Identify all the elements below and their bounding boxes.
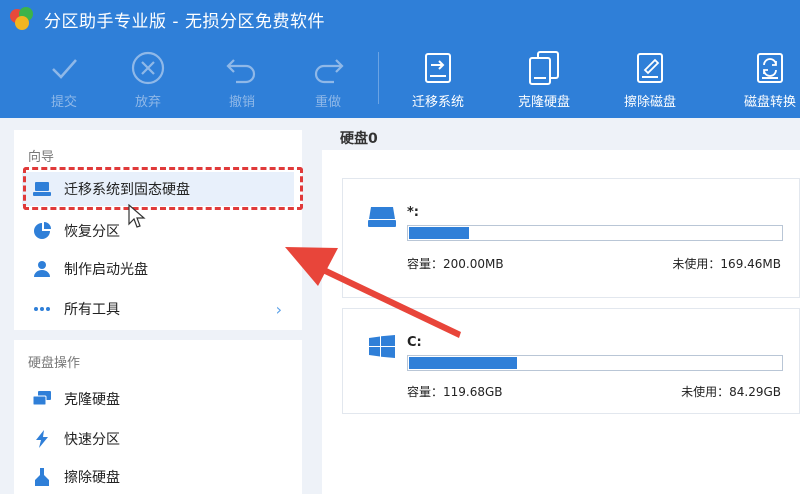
- toolbar: 提交 放弃 撤销 重做 迁移系统 克隆硬盘 擦除磁盘 磁盘转换: [0, 38, 800, 118]
- redo-button[interactable]: 重做: [288, 38, 368, 118]
- free-text: 未使用：169.46MB: [672, 257, 781, 271]
- erase-icon: [32, 467, 52, 487]
- discard-icon: [131, 51, 165, 85]
- app-logo-icon: [10, 7, 34, 31]
- disk-view: 硬盘0 *: 容量：200.00MB 未使用：169.46MB C: 容量：11…: [322, 118, 800, 494]
- partition-card-c[interactable]: C: 容量：119.68GB 未使用：84.29GB: [342, 308, 800, 414]
- submit-button[interactable]: 提交: [24, 38, 104, 118]
- partition-name: *:: [407, 205, 419, 220]
- sidebar-item-recover-partition[interactable]: 恢复分区: [22, 214, 294, 248]
- sidebar-item-clone-disk[interactable]: 克隆硬盘: [22, 382, 294, 416]
- sidebar-item-make-boot-disc[interactable]: 制作启动光盘: [22, 252, 294, 286]
- sidebar-item-erase-disk[interactable]: 擦除硬盘: [22, 460, 294, 494]
- usage-bar-fill: [409, 227, 469, 239]
- usage-bar: [407, 355, 783, 371]
- capacity-text: 容量：119.68GB: [407, 385, 503, 399]
- lightning-icon: [32, 429, 52, 449]
- window-title: 分区助手专业版 - 无损分区免费软件: [44, 11, 325, 32]
- wizard-panel: 向导 迁移系统到固态硬盘 恢复分区 制作启动光盘 所有工具 ›: [14, 130, 302, 330]
- disk-title: 硬盘0: [340, 131, 378, 147]
- migrate-os-icon: [425, 53, 451, 83]
- sidebar-item-all-tools[interactable]: 所有工具 ›: [22, 292, 294, 326]
- check-icon: [52, 59, 77, 79]
- wipe-disk-icon: [637, 53, 663, 83]
- disk-convert-icon: [757, 53, 783, 83]
- windows-icon: [369, 335, 395, 358]
- chevron-right-icon: ›: [275, 300, 282, 319]
- partition-name: C:: [407, 335, 422, 350]
- sidebar-item-quick-partition[interactable]: 快速分区: [22, 422, 294, 456]
- partition-card-star[interactable]: *: 容量：200.00MB 未使用：169.46MB: [342, 178, 800, 298]
- usage-bar: [407, 225, 783, 241]
- wizard-heading: 向导: [28, 150, 55, 165]
- more-dots-icon: [32, 299, 52, 319]
- disk-convert-button[interactable]: 磁盘转换: [730, 38, 800, 118]
- title-bar: 分区助手专业版 - 无损分区免费软件: [0, 0, 800, 38]
- free-text: 未使用：84.29GB: [681, 385, 781, 399]
- undo-icon: [226, 59, 256, 84]
- highlight-box: [23, 167, 303, 210]
- mouse-cursor-icon: [128, 204, 146, 228]
- user-disc-icon: [32, 259, 52, 279]
- capacity-text: 容量：200.00MB: [407, 257, 504, 271]
- disk-header: 硬盘0: [322, 118, 800, 150]
- clone-disk-button[interactable]: 克隆硬盘: [504, 38, 584, 118]
- drive-icon: [368, 207, 396, 227]
- disk-ops-panel: 硬盘操作 克隆硬盘 快速分区 擦除硬盘: [14, 340, 302, 494]
- redo-icon: [314, 59, 344, 84]
- migrate-os-button[interactable]: 迁移系统: [398, 38, 478, 118]
- disk-ops-heading: 硬盘操作: [28, 356, 81, 371]
- clone-disk-icon: [529, 51, 559, 85]
- toolbar-separator: [378, 52, 379, 104]
- pie-icon: [32, 221, 52, 241]
- clone-icon: [32, 389, 52, 409]
- usage-bar-fill: [409, 357, 517, 369]
- discard-button[interactable]: 放弃: [108, 38, 188, 118]
- wipe-disk-button[interactable]: 擦除磁盘: [610, 38, 690, 118]
- undo-button[interactable]: 撤销: [202, 38, 282, 118]
